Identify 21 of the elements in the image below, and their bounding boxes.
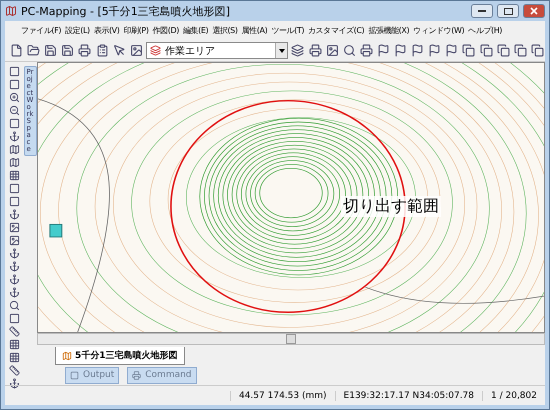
menu-item[interactable]: ファイル(F) xyxy=(19,25,64,36)
page-coordinates: 44.57 174.53 (mm) xyxy=(230,390,335,400)
menu-item[interactable]: 選択(S) xyxy=(210,25,240,36)
menu-item[interactable]: 作図(D) xyxy=(150,25,181,36)
layer-name: 作業エリア xyxy=(164,44,216,58)
menu-item[interactable]: 表示(V) xyxy=(92,25,122,36)
menu-item[interactable]: 設定(L) xyxy=(63,25,92,36)
menu-item[interactable]: ツール(T) xyxy=(269,25,306,36)
menu-item[interactable]: 拡張機能(X) xyxy=(366,25,412,36)
menu-item[interactable]: 編集(E) xyxy=(180,25,210,36)
menu-item[interactable]: 印刷(P) xyxy=(121,25,151,36)
menu-item[interactable]: 属性(A) xyxy=(240,25,270,36)
document-tab[interactable]: 5千分1三宅島噴火地形図 xyxy=(55,347,185,365)
layer-dropdown[interactable]: 作業エリア xyxy=(146,42,288,59)
map-scale: 1 / 20,802 xyxy=(482,390,545,400)
geo-coordinates: E139:32:17.17 N34:05:07.78 xyxy=(334,390,482,400)
menu-item[interactable]: ヘルプ(H) xyxy=(466,25,504,36)
menu-item[interactable]: カスタマイズ(C) xyxy=(306,25,366,36)
window-title: PC-Mapping - [5千分1三宅島噴火地形図] xyxy=(21,4,232,18)
map-annotation: 切り出す範囲 xyxy=(341,196,441,217)
menu-item[interactable]: ウィンドウ(W) xyxy=(411,25,466,36)
